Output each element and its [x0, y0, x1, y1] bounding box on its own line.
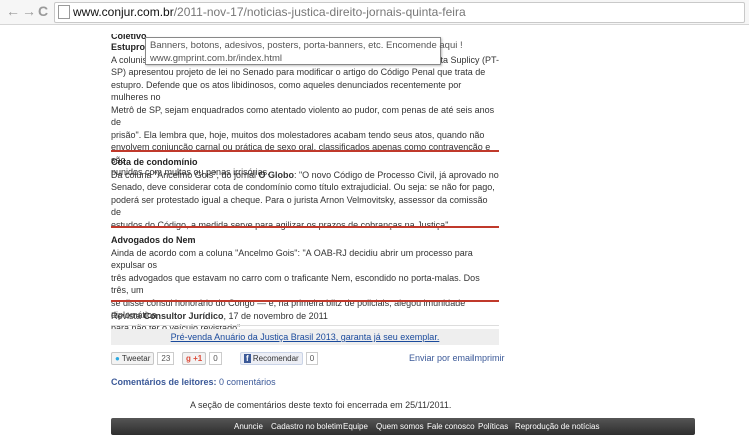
gplus-icon: g — [186, 354, 191, 363]
back-button-icon[interactable]: ← — [6, 3, 20, 19]
article-line: prisão". Ela lembra que, hoje, muitos do… — [111, 129, 485, 140]
footer-link-reproducao[interactable]: Reprodução de notícias — [515, 418, 600, 435]
tweet-widget: ● Tweetar 23 — [111, 352, 175, 365]
browser-toolbar: ← → C www.conjur.com.br/2011-nov-17/noti… — [0, 0, 749, 25]
footer-link-politicas[interactable]: Políticas — [478, 418, 508, 435]
footer-link-cadastro[interactable]: Cadastro no boletim — [271, 418, 343, 435]
tweet-label: Tweetar — [121, 354, 151, 363]
reload-icon[interactable]: C — [38, 3, 48, 19]
comments-count-link[interactable]: 0 comentários — [219, 377, 276, 387]
email-link[interactable]: Enviar por email — [409, 353, 474, 363]
article-line: Senado, deve considerar cota de condomín… — [111, 182, 495, 192]
newspaper-name: O Globo — [258, 169, 294, 180]
article-line: poderá ser protestado igual a cheque. Pa… — [111, 194, 488, 218]
footer-link-equipe[interactable]: Equipe — [343, 418, 368, 435]
facebook-icon: f — [244, 354, 251, 363]
article-line: SP) apresentou projeto de lei no Senado … — [111, 67, 486, 77]
article-title: Advogados do Nem — [111, 235, 196, 245]
page-icon — [58, 5, 70, 19]
source-date: , 17 de novembro de 2011 — [223, 311, 328, 321]
divider — [111, 325, 499, 326]
comments-header: Comentários de leitores: 0 comentários — [111, 377, 276, 387]
article-title: Cota de condomínio — [111, 157, 198, 167]
gplus-count: 0 — [209, 352, 222, 365]
facebook-recommend-button[interactable]: f Recomendar — [240, 352, 303, 365]
url-text[interactable]: www.conjur.com.br/2011-nov-17/noticias-j… — [73, 5, 466, 19]
comments-closed-notice: A seção de comentários deste texto foi e… — [190, 400, 452, 410]
footer-nav: Anuncie Cadastro no boletim Equipe Quem … — [111, 418, 695, 435]
footer-link-fale-conosco[interactable]: Fale conosco — [427, 418, 475, 435]
facebook-widget: f Recomendar 0 — [240, 352, 319, 365]
tweet-count: 23 — [157, 352, 175, 365]
gplus-label: +1 — [193, 354, 203, 363]
url-path: /2011-nov-17/noticias-justica-direito-jo… — [173, 5, 466, 19]
link-tooltip: Banners, botons, adesivos, posters, port… — [145, 37, 463, 65]
article-line-right: rta Suplicy (PT- — [437, 54, 499, 65]
facebook-count: 0 — [305, 352, 319, 365]
article-line: três advogados que estavam no carro com … — [111, 272, 480, 296]
article-line: estudos do Código, a medida serve para a… — [111, 219, 451, 230]
url-domain: www.conjur.com.br — [73, 5, 174, 19]
article-line: Metrô de SP, sejam enquadrados como aten… — [111, 104, 495, 128]
address-bar[interactable]: www.conjur.com.br/2011-nov-17/noticias-j… — [54, 2, 745, 23]
article-line: Da coluna "Ancelmo Gois", do jornal O Gl… — [111, 169, 499, 182]
tooltip-text: Banners, botons, adesivos, posters, port… — [150, 40, 463, 51]
promo-banner: Pré-venda Anuário da Justiça Brasil 2013… — [111, 329, 499, 345]
article-source: Revista Consultor Jurídico, 17 de novemb… — [111, 310, 499, 323]
source-prefix: Revista — [111, 311, 144, 321]
article-intro: Da coluna "Ancelmo Gois", do jornal — [111, 169, 259, 180]
source-name: Consultor Jurídico — [143, 311, 224, 321]
promo-link[interactable]: Pré-venda Anuário da Justiça Brasil 2013… — [171, 332, 440, 342]
article-intro-rest: : "O novo Código de Processo Civil, já a… — [293, 169, 499, 180]
tweet-button[interactable]: ● Tweetar — [111, 352, 155, 365]
article-line-left: A colunis — [111, 54, 148, 65]
twitter-bird-icon: ● — [115, 354, 120, 363]
section-divider — [111, 300, 499, 302]
tooltip-url: www.gmprint.com.br/index.html — [150, 53, 282, 64]
comments-label: Comentários de leitores: — [111, 377, 217, 387]
article-line: estupro. Defende que os atos libidinosos… — [111, 79, 462, 103]
gplus-button[interactable]: g +1 — [182, 352, 207, 365]
section-divider — [111, 226, 499, 228]
footer-link-anuncie[interactable]: Anuncie — [234, 418, 263, 435]
gplus-widget: g +1 0 — [182, 352, 222, 365]
forward-button-icon[interactable]: → — [22, 3, 36, 19]
print-link[interactable]: Imprimir — [472, 353, 505, 363]
footer-link-quem-somos[interactable]: Quem somos — [376, 418, 424, 435]
section-divider — [111, 150, 499, 152]
facebook-label: Recomendar — [252, 354, 299, 363]
article-cota: Cota de condomínio Da coluna "Ancelmo Go… — [111, 156, 499, 231]
article-line: Ainda de acordo com a coluna "Ancelmo Go… — [111, 247, 473, 271]
